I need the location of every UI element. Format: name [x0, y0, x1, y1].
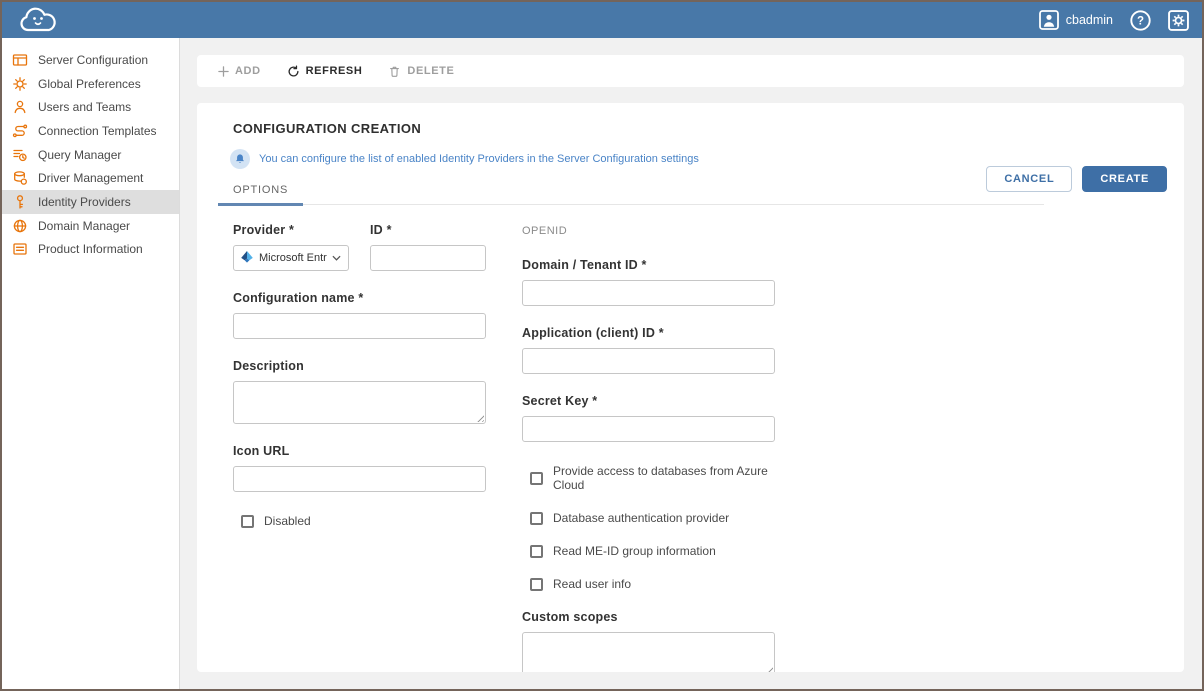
- configuration-name-label: Configuration name *: [233, 291, 486, 305]
- info-box-icon: [12, 241, 28, 257]
- entra-id-icon: [240, 250, 254, 267]
- tab-options[interactable]: OPTIONS: [218, 176, 303, 204]
- settings-gear-icon[interactable]: [1168, 10, 1189, 31]
- cloudbeaver-logo-icon: [16, 5, 60, 35]
- sidebar-item-users-and-teams[interactable]: Users and Teams: [2, 95, 179, 119]
- panel-actions: CANCEL CREATE: [986, 166, 1167, 192]
- azure-cloud-access-checkbox-row[interactable]: Provide access to databases from Azure C…: [530, 464, 775, 492]
- add-button-label: ADD: [235, 65, 261, 77]
- provider-label: Provider *: [233, 223, 349, 237]
- gear-icon: [12, 76, 28, 92]
- username: cbadmin: [1066, 13, 1113, 27]
- page-title: CONFIGURATION CREATION: [197, 103, 1184, 136]
- key-icon: [12, 194, 28, 210]
- application-client-id-input[interactable]: [522, 348, 775, 374]
- refresh-icon: [287, 65, 300, 78]
- help-icon[interactable]: ?: [1129, 9, 1152, 32]
- sidebar-item-label: Domain Manager: [38, 219, 130, 233]
- connection-flow-icon: [12, 123, 28, 139]
- meid-group-checkbox-row[interactable]: Read ME-ID group information: [530, 544, 775, 558]
- sidebar-item-label: Driver Management: [38, 171, 143, 185]
- meid-group-label: Read ME-ID group information: [553, 544, 716, 558]
- domain-tenant-id-label: Domain / Tenant ID *: [522, 258, 775, 272]
- custom-scopes-textarea[interactable]: [522, 632, 775, 672]
- query-history-icon: [12, 147, 28, 163]
- domain-tenant-id-input[interactable]: [522, 280, 775, 306]
- read-user-info-checkbox-row[interactable]: Read user info: [530, 577, 775, 591]
- sidebar-item-domain-manager[interactable]: Domain Manager: [2, 214, 179, 238]
- sidebar-item-identity-providers[interactable]: Identity Providers: [2, 190, 179, 214]
- db-auth-provider-label: Database authentication provider: [553, 511, 729, 525]
- disabled-checkbox-label: Disabled: [264, 514, 311, 528]
- configuration-creation-panel: CONFIGURATION CREATION You can configure…: [197, 103, 1184, 672]
- delete-button-label: DELETE: [407, 65, 454, 77]
- secret-key-label: Secret Key *: [522, 394, 775, 408]
- disabled-checkbox[interactable]: [241, 515, 254, 528]
- sidebar-item-label: Global Preferences: [38, 77, 141, 91]
- bell-icon: [230, 149, 250, 169]
- azure-cloud-access-label: Provide access to databases from Azure C…: [553, 464, 775, 492]
- sidebar-item-driver-management[interactable]: Driver Management: [2, 166, 179, 190]
- sidebar-item-label: Server Configuration: [38, 53, 148, 67]
- topbar: cbadmin ?: [2, 2, 1202, 38]
- admin-sidebar: Server Configuration Global Preferences …: [2, 38, 180, 689]
- delete-button[interactable]: DELETE: [388, 65, 454, 78]
- sidebar-item-connection-templates[interactable]: Connection Templates: [2, 119, 179, 143]
- read-user-info-checkbox[interactable]: [530, 578, 543, 591]
- main-area: ADD REFRESH DELETE CONFIGURATION C: [180, 38, 1202, 689]
- sidebar-item-label: Query Manager: [38, 148, 121, 162]
- id-input[interactable]: [370, 245, 486, 271]
- sidebar-item-label: Users and Teams: [38, 100, 131, 114]
- sidebar-item-label: Product Information: [38, 242, 143, 256]
- secret-key-input[interactable]: [522, 416, 775, 442]
- chevron-down-icon: [332, 252, 341, 264]
- id-label: ID *: [370, 223, 486, 237]
- refresh-button-label: REFRESH: [306, 65, 363, 77]
- create-button[interactable]: CREATE: [1082, 166, 1167, 192]
- add-button[interactable]: ADD: [218, 65, 261, 77]
- app-window: cbadmin ?: [0, 0, 1204, 691]
- plus-icon: [218, 66, 229, 77]
- sidebar-item-label: Connection Templates: [38, 124, 157, 138]
- azure-cloud-access-checkbox[interactable]: [530, 472, 543, 485]
- database-icon: [12, 170, 28, 186]
- application-client-id-label: Application (client) ID *: [522, 326, 775, 340]
- sidebar-item-product-information[interactable]: Product Information: [2, 238, 179, 262]
- db-auth-provider-checkbox[interactable]: [530, 512, 543, 525]
- user-icon: [1039, 10, 1059, 30]
- toolbar: ADD REFRESH DELETE: [197, 55, 1184, 87]
- icon-url-label: Icon URL: [233, 444, 486, 458]
- user-menu[interactable]: cbadmin: [1039, 10, 1113, 30]
- sidebar-item-label: Identity Providers: [38, 195, 131, 209]
- form-right-column: OPENID Domain / Tenant ID * Application …: [522, 223, 775, 672]
- trash-icon: [388, 65, 401, 78]
- icon-url-input[interactable]: [233, 466, 486, 492]
- description-textarea[interactable]: [233, 381, 486, 424]
- svg-text:?: ?: [1137, 15, 1144, 27]
- cancel-button[interactable]: CANCEL: [986, 166, 1072, 192]
- server-icon: [12, 52, 28, 68]
- configuration-name-input[interactable]: [233, 313, 486, 339]
- refresh-button[interactable]: REFRESH: [287, 65, 363, 78]
- disabled-checkbox-row[interactable]: Disabled: [241, 514, 486, 528]
- provider-select-value: Microsoft Entra ID: [259, 252, 327, 264]
- info-message-text: You can configure the list of enabled Id…: [259, 153, 699, 165]
- read-user-info-label: Read user info: [553, 577, 631, 591]
- provider-select[interactable]: Microsoft Entra ID: [233, 245, 349, 271]
- meid-group-checkbox[interactable]: [530, 545, 543, 558]
- sidebar-item-query-manager[interactable]: Query Manager: [2, 143, 179, 167]
- sidebar-item-server-configuration[interactable]: Server Configuration: [2, 48, 179, 72]
- form-left-column: Provider * Micro: [233, 223, 486, 672]
- db-auth-provider-checkbox-row[interactable]: Database authentication provider: [530, 511, 775, 525]
- globe-icon: [12, 218, 28, 234]
- identity-provider-form: Provider * Micro: [197, 205, 1184, 672]
- openid-section-label: OPENID: [522, 225, 775, 237]
- custom-scopes-label: Custom scopes: [522, 610, 775, 624]
- description-label: Description: [233, 359, 486, 373]
- person-icon: [12, 99, 28, 115]
- sidebar-item-global-preferences[interactable]: Global Preferences: [2, 72, 179, 96]
